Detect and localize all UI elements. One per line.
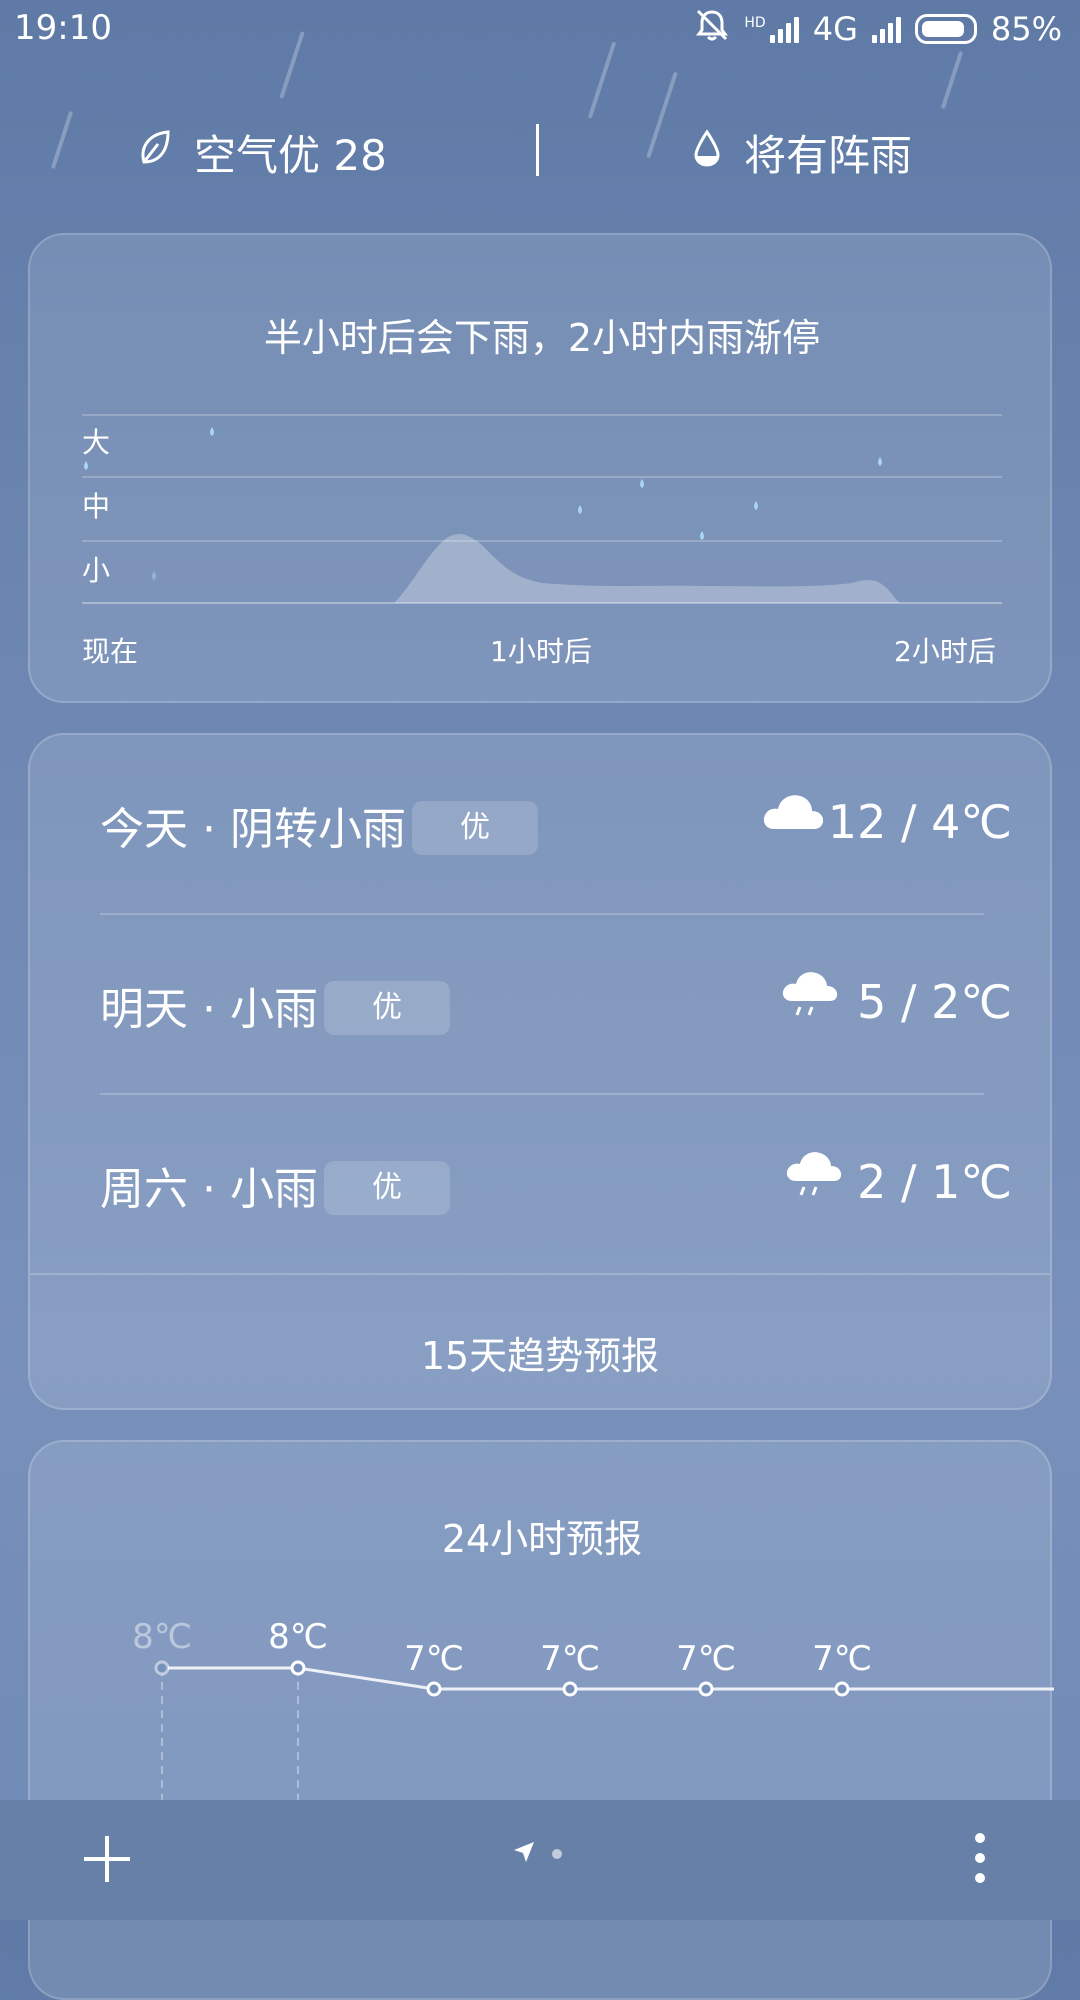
day-temperature: 12 / 4℃ (827, 795, 1012, 849)
rain-streak (940, 50, 964, 110)
battery-level: 85% (990, 10, 1062, 48)
temp-point (562, 1681, 578, 1697)
air-quality-text: 空气优 28 (194, 131, 387, 180)
row-separator (100, 913, 984, 915)
precipitation-title: 半小时后会下雨，2小时内雨渐停 (263, 316, 821, 360)
hour-temp-label: 7℃ (812, 1639, 872, 1679)
hd-signal-icon: HD (744, 15, 799, 43)
temp-point (154, 1660, 170, 1676)
hourly-title: 24小时预报 (441, 1517, 643, 1561)
status-bar: 19:10 HD 4G 85% (0, 0, 1080, 58)
hd-label: HD (744, 15, 766, 31)
leaf-icon (138, 128, 172, 178)
precipitation-area (394, 533, 900, 603)
page-indicator[interactable] (512, 1840, 562, 1868)
bottom-toolbar (0, 1800, 1080, 1920)
air-quality[interactable]: 空气优 28 (138, 122, 387, 183)
hour-temp-label: 7℃ (540, 1639, 600, 1679)
temp-point (698, 1681, 714, 1697)
day-label: 今天 · 阴转小雨 (100, 804, 406, 855)
location-arrow-icon (512, 1840, 536, 1868)
y-label-light: 小 (82, 554, 111, 587)
top-info-bar: 空气优 28 将有阵雨 (0, 110, 1080, 190)
aqi-badge: 优 (324, 981, 450, 1035)
hour-temp-label: 8℃ (132, 1617, 192, 1657)
top-divider (536, 124, 539, 176)
x-label-1h: 1小时后 (490, 635, 592, 668)
aqi-badge: 优 (412, 801, 538, 855)
temp-point (426, 1681, 442, 1697)
rain-hint[interactable]: 将有阵雨 (692, 122, 912, 183)
fifteen-day-trend-link[interactable]: 15天趋势预报 (30, 1325, 1050, 1380)
forecast-row-saturday[interactable]: 周六 · 小雨 优 2 / 1℃ (100, 1105, 1012, 1245)
hour-temp-label: 7℃ (404, 1639, 464, 1679)
light-rain-icon (780, 965, 842, 1027)
trend-separator (30, 1273, 1050, 1275)
precipitation-chart (82, 414, 1002, 604)
more-vertical-icon[interactable] (972, 1832, 988, 1884)
status-time: 19:10 (14, 8, 112, 48)
cloudy-icon (760, 785, 826, 839)
drop-icon (692, 128, 722, 178)
y-label-heavy: 大 (82, 426, 111, 459)
temp-point (290, 1660, 306, 1676)
forecast-row-tomorrow[interactable]: 明天 · 小雨 优 5 / 2℃ (100, 925, 1012, 1065)
signal-icon (871, 15, 901, 43)
rain-hint-text: 将有阵雨 (744, 131, 913, 180)
aqi-badge: 优 (324, 1161, 450, 1215)
temp-point (834, 1681, 850, 1697)
page-dot (552, 1849, 562, 1859)
hourly-temperature-chart[interactable]: 8℃ 8℃ 7℃ 7℃ 7℃ 7℃ (30, 1572, 1054, 1812)
day-label: 周六 · 小雨 (100, 1164, 318, 1215)
day-temperature: 2 / 1℃ (857, 1155, 1012, 1209)
mute-icon (694, 8, 730, 50)
precipitation-card[interactable]: 半小时后会下雨，2小时内雨渐停 大 中 小 现在 1小时后 2小时后 (28, 233, 1052, 703)
forecast-row-today[interactable]: 今天 · 阴转小雨 优 12 / 4℃ (100, 745, 1012, 885)
y-label-medium: 中 (82, 490, 111, 523)
hour-temp-label: 8℃ (268, 1617, 328, 1657)
network-type: 4G (812, 10, 858, 48)
status-indicators: HD 4G 85% (694, 8, 1062, 50)
x-label-2h: 2小时后 (894, 635, 996, 668)
daily-forecast-card: 今天 · 阴转小雨 优 12 / 4℃ 明天 · 小雨 优 5 / 2℃ 周六 … (28, 733, 1052, 1410)
day-temperature: 5 / 2℃ (857, 975, 1012, 1029)
battery-icon (914, 14, 977, 44)
plus-icon[interactable] (82, 1834, 132, 1884)
hour-temp-label: 7℃ (676, 1639, 736, 1679)
light-rain-icon (784, 1145, 846, 1207)
row-separator (100, 1093, 984, 1095)
x-label-now: 现在 (82, 635, 139, 668)
day-label: 明天 · 小雨 (100, 984, 318, 1035)
